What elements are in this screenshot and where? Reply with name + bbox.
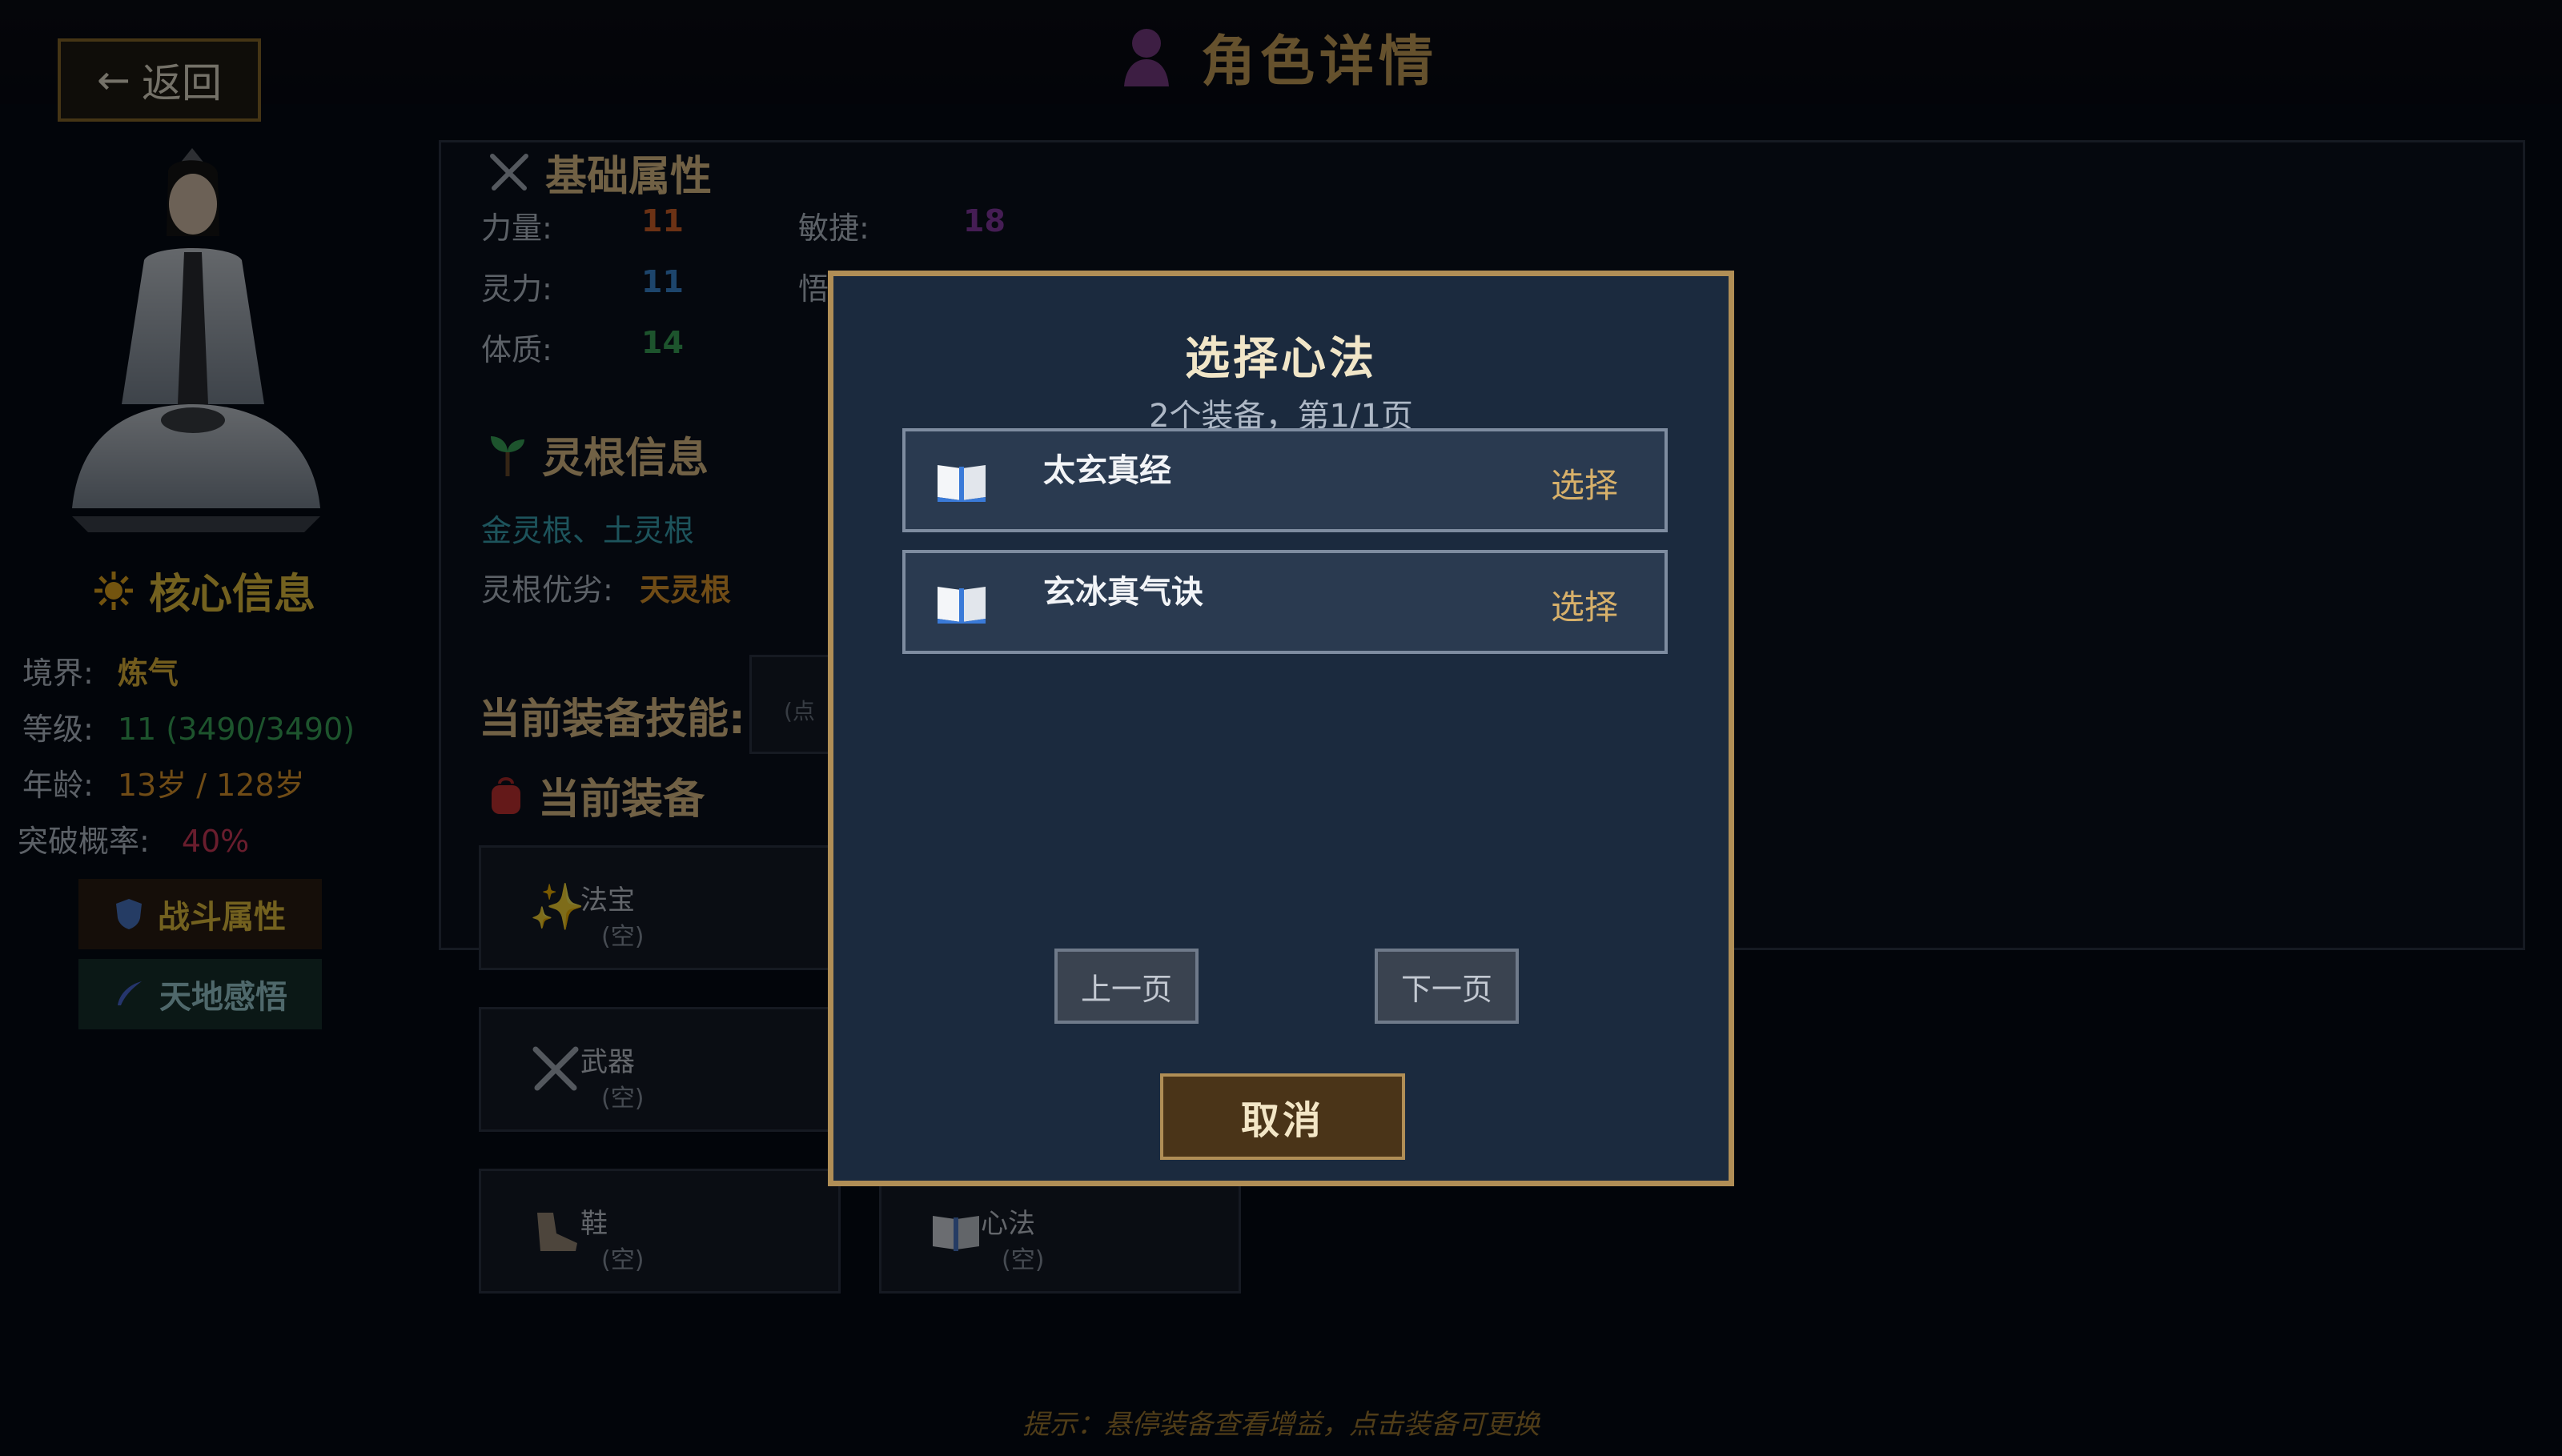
select-button[interactable]: 选择 bbox=[1551, 580, 1618, 629]
next-page-button[interactable]: 下一页 bbox=[1375, 949, 1519, 1024]
select-method-dialog: 选择心法 2个装备，第1/1页 太玄真经 选择 玄冰真气诀 选择 上一页 下一页… bbox=[828, 271, 1734, 1186]
book-icon bbox=[938, 587, 986, 624]
method-name: 太玄真经 bbox=[1043, 452, 1171, 489]
method-item[interactable]: 玄冰真气诀 选择 bbox=[902, 550, 1668, 654]
book-icon bbox=[938, 465, 986, 502]
dialog-title: 选择心法 bbox=[1185, 333, 1377, 385]
prev-page-button[interactable]: 上一页 bbox=[1054, 949, 1199, 1024]
method-item[interactable]: 太玄真经 选择 bbox=[902, 428, 1668, 532]
method-name: 玄冰真气诀 bbox=[1043, 574, 1203, 611]
select-button[interactable]: 选择 bbox=[1551, 459, 1618, 507]
cancel-button[interactable]: 取消 bbox=[1160, 1073, 1405, 1160]
